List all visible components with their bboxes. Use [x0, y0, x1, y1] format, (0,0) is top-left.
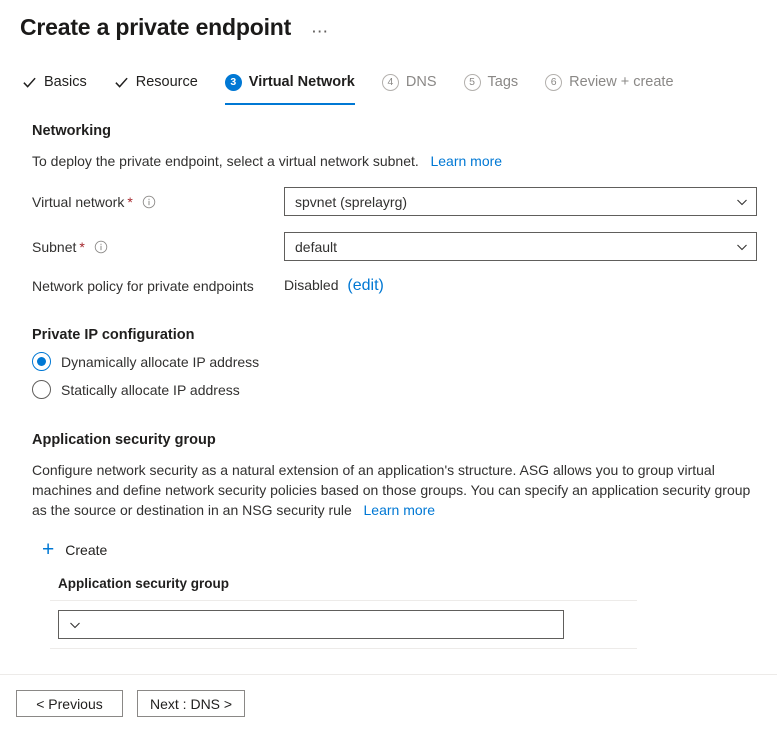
- network-policy-label-text: Network policy for private endpoints: [32, 278, 254, 294]
- step-number-badge: 3: [224, 73, 242, 91]
- step-number: 6: [545, 73, 563, 91]
- network-policy-value: Disabled: [284, 277, 339, 293]
- create-asg-label: Create: [65, 542, 108, 558]
- virtual-network-label-text: Virtual network: [32, 193, 125, 210]
- main-content: Networking To deploy the private endpoin…: [0, 123, 777, 649]
- page-header: Create a private endpoint ⋯: [0, 0, 777, 41]
- virtual-network-dropdown[interactable]: spvnet (sprelayrg): [284, 187, 757, 216]
- asg-select-dropdown[interactable]: [58, 610, 564, 639]
- page-title: Create a private endpoint: [20, 14, 292, 40]
- step-number-badge: 6: [545, 73, 563, 91]
- tab-label: Review + create: [569, 74, 674, 90]
- virtual-network-row: Virtual network * spvnet (sprelayrg): [32, 187, 757, 216]
- network-policy-edit-link[interactable]: (edit): [347, 277, 383, 294]
- check-icon: [114, 75, 129, 90]
- networking-description-text: To deploy the private endpoint, select a…: [32, 153, 419, 169]
- tab-label: DNS: [405, 74, 437, 90]
- info-icon[interactable]: [94, 240, 108, 254]
- subnet-label-text: Subnet: [32, 238, 77, 255]
- step-number: 4: [381, 73, 399, 91]
- virtual-network-label: Virtual network *: [32, 194, 284, 210]
- tab-tags[interactable]: 5 Tags: [463, 65, 519, 101]
- tab-review-create[interactable]: 6 Review + create: [545, 65, 674, 101]
- tab-label: Tags: [487, 74, 519, 90]
- tab-label: Resource: [135, 74, 198, 90]
- asg-table: Application security group: [50, 576, 637, 649]
- radio-static-ip[interactable]: Statically allocate IP address: [32, 380, 757, 399]
- networking-description: To deploy the private endpoint, select a…: [32, 152, 757, 171]
- asg-column-header: Application security group: [58, 576, 230, 591]
- subnet-field: default: [284, 232, 757, 261]
- network-policy-label: Network policy for private endpoints: [32, 278, 284, 294]
- tab-resource[interactable]: Resource: [114, 65, 198, 101]
- tab-dns[interactable]: 4 DNS: [381, 65, 437, 101]
- subnet-value: default: [295, 238, 338, 255]
- tab-label: Basics: [44, 74, 87, 90]
- chevron-down-icon: [737, 244, 747, 250]
- asg-table-row: [50, 601, 637, 648]
- chevron-down-icon: [70, 622, 80, 628]
- step-number: 3: [224, 73, 242, 91]
- private-ip-heading: Private IP configuration: [32, 327, 195, 343]
- chevron-down-icon: [737, 199, 747, 205]
- tab-virtual-network[interactable]: 3 Virtual Network: [224, 65, 355, 105]
- radio-static-ip-control[interactable]: [32, 380, 51, 399]
- required-indicator: *: [79, 238, 85, 255]
- radio-static-ip-label: Statically allocate IP address: [61, 381, 240, 398]
- wizard-tabbar: Basics Resource 3 Virtual Network 4 DNS …: [0, 65, 777, 105]
- step-number-badge: 5: [463, 73, 481, 91]
- asg-learn-more-link[interactable]: Learn more: [364, 502, 436, 518]
- info-icon[interactable]: [142, 195, 156, 209]
- asg-description: Configure network security as a natural …: [32, 460, 757, 520]
- virtual-network-value: spvnet (sprelayrg): [295, 193, 408, 210]
- step-number: 5: [463, 73, 481, 91]
- subnet-row: Subnet * default: [32, 232, 757, 261]
- next-dns-button[interactable]: Next : DNS >: [137, 690, 246, 717]
- step-number-badge: 4: [381, 73, 399, 91]
- radio-dynamic-ip-label: Dynamically allocate IP address: [61, 353, 260, 370]
- asg-table-divider-bottom: [50, 648, 637, 649]
- previous-button[interactable]: < Previous: [16, 690, 123, 717]
- check-icon: [22, 75, 37, 90]
- networking-learn-more-link[interactable]: Learn more: [430, 153, 502, 169]
- virtual-network-field: spvnet (sprelayrg): [284, 187, 757, 216]
- network-policy-field: Disabled (edit): [284, 277, 757, 295]
- active-tab-underline: [224, 102, 355, 105]
- network-policy-row: Network policy for private endpoints Dis…: [32, 277, 757, 295]
- subnet-dropdown[interactable]: default: [284, 232, 757, 261]
- tab-basics[interactable]: Basics: [22, 65, 87, 101]
- more-options-icon[interactable]: ⋯: [311, 19, 329, 40]
- networking-heading: Networking: [32, 123, 111, 139]
- plus-icon: +: [42, 538, 55, 561]
- wizard-footer: < Previous Next : DNS >: [0, 674, 777, 732]
- radio-dynamic-ip[interactable]: Dynamically allocate IP address: [32, 352, 757, 371]
- subnet-label: Subnet *: [32, 239, 284, 255]
- required-indicator: *: [127, 193, 133, 210]
- tab-label: Virtual Network: [248, 74, 355, 90]
- asg-heading: Application security group: [32, 432, 216, 448]
- create-asg-button[interactable]: + Create: [42, 538, 108, 561]
- radio-dynamic-ip-control[interactable]: [32, 352, 51, 371]
